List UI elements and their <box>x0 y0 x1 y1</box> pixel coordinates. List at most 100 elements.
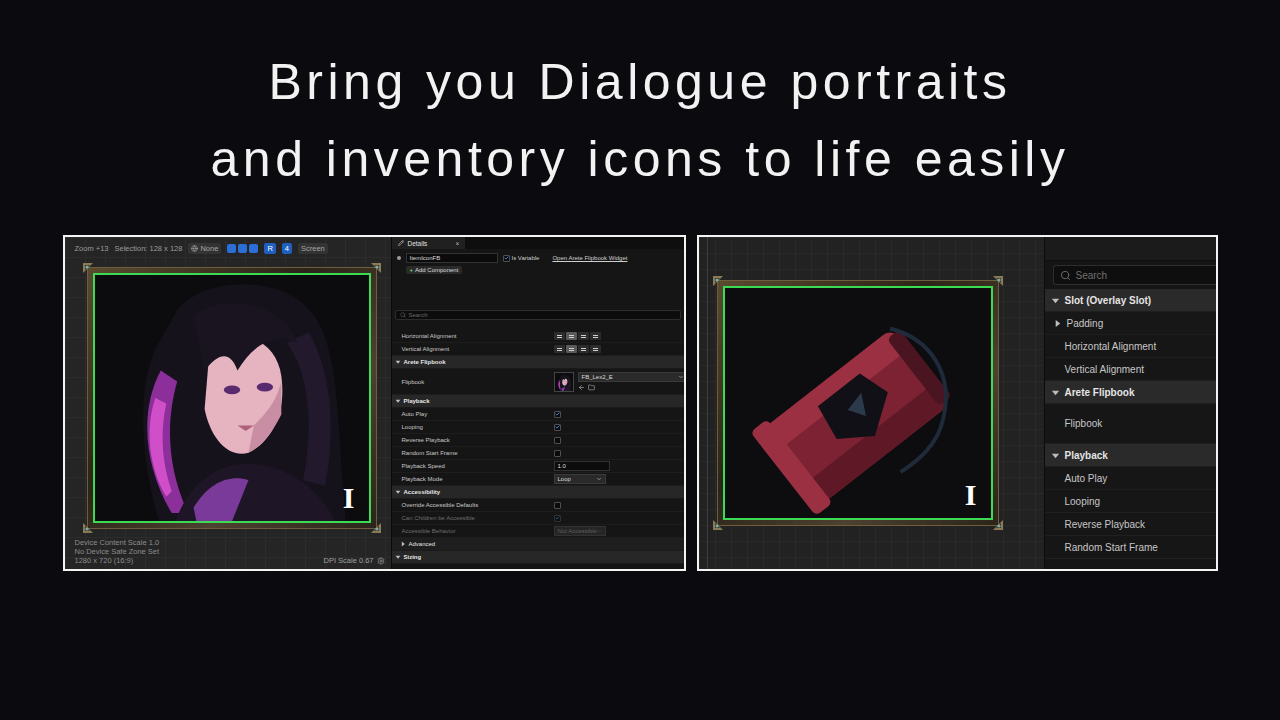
expand-arrow-icon[interactable] <box>1051 388 1060 397</box>
section-title: Playback <box>404 398 430 404</box>
alignment-button[interactable] <box>566 332 577 340</box>
alignment-button[interactable] <box>554 332 565 340</box>
info-line: 1280 x 720 (16:9) <box>75 556 160 565</box>
expand-arrow-icon[interactable] <box>1053 319 1062 328</box>
toolbar-button[interactable]: R <box>264 243 275 254</box>
alignment-button[interactable] <box>554 345 565 353</box>
details-section[interactable]: Sizing <box>392 551 684 564</box>
expand-arrow-icon[interactable] <box>395 359 401 365</box>
section-title: Arete Flipbook <box>404 359 446 365</box>
toggle-button[interactable] <box>238 244 247 253</box>
property-label: Auto Play <box>402 411 554 417</box>
use-selected-icon[interactable] <box>578 384 585 391</box>
property-row[interactable]: Padding <box>1045 312 1216 335</box>
property-row[interactable]: Horizontal Alignment <box>1045 335 1216 358</box>
search-field[interactable]: Search <box>1053 265 1216 285</box>
add-component-button[interactable]: +Add Component <box>406 266 463 274</box>
checkbox <box>554 515 561 522</box>
property-label: Playback Mode <box>402 476 554 482</box>
name-field[interactable]: ItemIconFB <box>406 253 498 263</box>
grid-button[interactable]: 4 <box>282 243 292 254</box>
section-title: Slot (Overlay Slot) <box>1065 295 1152 306</box>
toggle-button[interactable] <box>249 244 258 253</box>
locale-button[interactable]: None <box>188 243 221 254</box>
property-row: Override Accessible Defaults <box>392 499 684 512</box>
details-section[interactable]: Playback <box>392 395 684 408</box>
button-label: None <box>200 244 218 253</box>
checkbox[interactable] <box>554 424 561 431</box>
number-field[interactable]: 1.0 <box>554 461 610 471</box>
pencil-icon <box>398 240 404 246</box>
asset-dropdown[interactable]: FB_Lex2_E <box>578 372 684 382</box>
browse-folder-icon[interactable] <box>588 384 595 391</box>
open-widget-link[interactable]: Open Arete Flipbook Widget <box>552 255 627 261</box>
is-variable: Is Variable <box>503 255 540 262</box>
search-icon <box>400 312 406 318</box>
property-row[interactable]: Looping <box>1045 490 1216 513</box>
checkbox[interactable] <box>554 437 561 444</box>
alignment-icon <box>593 335 598 338</box>
expand-arrow-icon[interactable] <box>1051 296 1060 305</box>
alignment-icon <box>593 348 598 351</box>
details-section[interactable]: Arete Flipbook <box>392 356 684 369</box>
property-row: Vertical Alignment <box>392 343 684 356</box>
property-row[interactable]: Reverse Playback <box>1045 513 1216 536</box>
checkbox[interactable] <box>554 411 561 418</box>
portrait-picture <box>95 275 369 521</box>
search-field[interactable]: Search <box>395 310 681 320</box>
details-section[interactable]: Playback <box>1045 444 1216 467</box>
checkbox-label: Is Variable <box>512 255 540 261</box>
expand-arrow-icon[interactable] <box>400 541 406 547</box>
alignment-button[interactable] <box>578 345 589 353</box>
expand-arrow-icon[interactable] <box>395 554 401 560</box>
chevron-down-icon <box>678 374 684 380</box>
property-row[interactable]: Vertical Alignment <box>1045 358 1216 381</box>
chevron-down-icon <box>596 476 602 482</box>
property-row: Horizontal Alignment <box>392 330 684 343</box>
dropdown[interactable]: Loop <box>554 474 606 484</box>
portrait-screenshot: Zoom +13Selection: 128 x 128NoneR4Screen… <box>63 235 686 571</box>
expand-arrow-icon[interactable] <box>395 398 401 404</box>
section-title: Arete Flipbook <box>1065 387 1135 398</box>
close-button[interactable]: × <box>455 240 459 247</box>
alignment-button[interactable] <box>590 345 601 353</box>
alignment-button[interactable] <box>590 332 601 340</box>
alignment-button[interactable] <box>578 332 589 340</box>
alignment-button[interactable] <box>566 345 577 353</box>
checkbox[interactable] <box>554 502 561 509</box>
page: Bring you Dialogue portraitsand inventor… <box>0 0 1280 720</box>
property-label: Vertical Alignment <box>1065 364 1145 375</box>
property-row[interactable]: Random Start Frame <box>1045 536 1216 559</box>
property-row[interactable]: Flipbook <box>1045 404 1216 444</box>
designer-canvas: I <box>699 237 1044 569</box>
gear-icon[interactable] <box>377 557 385 565</box>
screen-button[interactable]: Screen <box>298 243 328 254</box>
details-tab[interactable]: Details× <box>392 237 466 249</box>
details-section[interactable]: Advanced <box>392 538 684 551</box>
is-variable-checkbox[interactable] <box>503 255 510 262</box>
frame-corner-icon <box>712 513 730 531</box>
property-label: Reverse Playback <box>1065 519 1146 530</box>
frame-corner-icon <box>364 262 382 280</box>
frame-corner-icon <box>82 262 100 280</box>
details-section[interactable]: Accessibility <box>392 486 684 499</box>
check-icon <box>555 411 560 417</box>
checkbox[interactable] <box>554 450 561 457</box>
property-label: Flipbook <box>402 379 554 385</box>
expand-arrow-icon[interactable] <box>395 489 401 495</box>
viewport-canvas: I <box>65 257 391 538</box>
property-row[interactable]: Auto Play <box>1045 467 1216 490</box>
expand-arrow-icon[interactable] <box>1051 451 1060 460</box>
property-label: Random Start Frame <box>402 450 554 456</box>
property-row: Can Children be Accessible <box>392 512 684 525</box>
viewport-toolbar: Zoom +13Selection: 128 x 128NoneR4Screen <box>65 237 391 257</box>
details-section[interactable]: Arete Flipbook <box>1045 381 1216 404</box>
search-icon <box>1060 270 1071 281</box>
property-list: Horizontal AlignmentVertical Alignment Ar… <box>392 330 684 564</box>
toggle-button[interactable] <box>227 244 236 253</box>
alignment-buttons <box>554 345 684 353</box>
property-row: Flipbook FB_Lex2_E <box>392 369 684 395</box>
property-label: Auto Play <box>1065 473 1108 484</box>
property-row: Playback ModeLoop <box>392 473 684 486</box>
details-section[interactable]: Slot (Overlay Slot) <box>1045 289 1216 312</box>
